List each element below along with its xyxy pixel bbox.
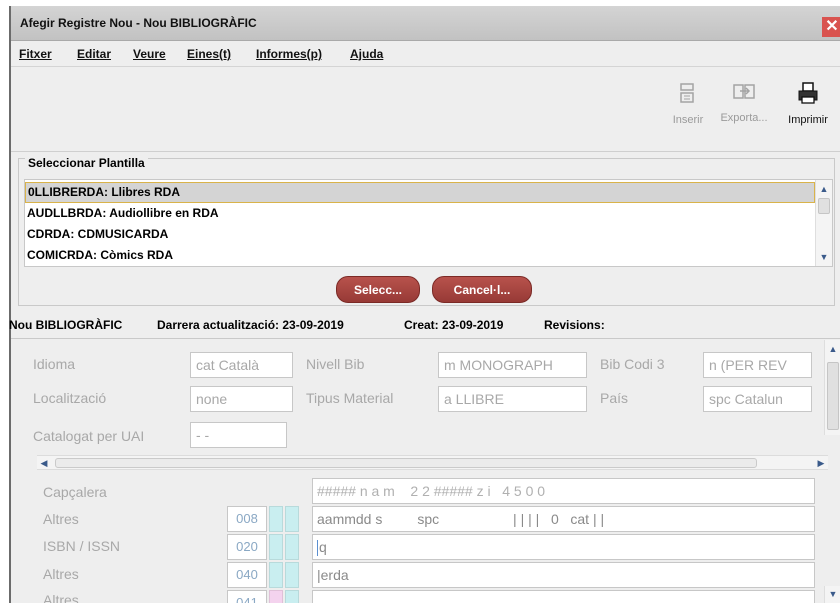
created-date: Creat: 23-09-2019 [404, 318, 504, 332]
exporta-label: Exporta... [720, 112, 768, 124]
exporta-button[interactable]: Exporta... [712, 82, 776, 124]
marc-tag[interactable]: 020 [227, 534, 267, 560]
fixed-fields-scrollbar[interactable]: ▲ [824, 340, 840, 435]
marc-field-label: ISBN / ISSN [43, 538, 121, 554]
tipus-material-field[interactable]: a LLIBRE [438, 386, 587, 412]
horizontal-scrollbar[interactable]: ◀ ▶ [37, 455, 828, 470]
indicator-2[interactable] [285, 562, 299, 588]
record-info-bar: Nou BIBLIOGRÀFIC Darrera actualització: … [9, 316, 840, 334]
menu-bar: Fitxer Editar Veure Eines(t) Informes(p)… [11, 41, 840, 67]
menu-informes[interactable]: Informes(p) [256, 47, 322, 61]
bibliographic-editor: Idioma cat Català Nivell Bib m MONOGRAPH… [18, 340, 840, 603]
inserir-button[interactable]: Inserir [668, 82, 708, 126]
nivell-bib-field[interactable]: m MONOGRAPH [438, 352, 587, 378]
catalogat-label: Catalogat per UAI [33, 428, 145, 444]
template-selector-title: Seleccionar Plantilla [25, 156, 148, 170]
localitzacio-label: Localització [33, 390, 107, 406]
menu-ajuda[interactable]: Ajuda [350, 47, 383, 61]
bib-codi-field[interactable]: n (PER REV [703, 352, 812, 378]
add-record-window: Afegir Registre Nou - Nou BIBLIOGRÀFIC ✕… [9, 6, 840, 603]
scroll-thumb[interactable] [827, 362, 839, 430]
close-button[interactable]: ✕ [822, 17, 840, 37]
indicator-1[interactable] [269, 534, 283, 560]
title-bar[interactable]: Afegir Registre Nou - Nou BIBLIOGRÀFIC ✕ [11, 6, 840, 41]
template-item[interactable]: CDRDA: CDMUSICARDA [25, 224, 815, 245]
imprimir-label: Imprimir [788, 114, 828, 126]
imprimir-button[interactable]: Imprimir [781, 82, 835, 126]
template-list-scrollbar[interactable]: ▲ ▼ [815, 180, 832, 266]
idioma-label: Idioma [33, 356, 76, 372]
marc-field-value[interactable]: q [312, 534, 815, 560]
pais-field[interactable]: spc Catalun [703, 386, 812, 412]
marc-scrollbar[interactable]: ▼ [824, 586, 840, 603]
insert-icon [680, 83, 694, 103]
menu-veure[interactable]: Veure [133, 47, 166, 61]
scroll-thumb[interactable] [818, 198, 830, 214]
menu-fitxer[interactable]: Fitxer [19, 47, 52, 61]
window-title: Afegir Registre Nou - Nou BIBLIOGRÀFIC [20, 16, 257, 30]
localitzacio-field[interactable]: none [190, 386, 293, 412]
marc-field-label: Altres [43, 592, 79, 603]
last-update: Darrera actualització: 23-09-2019 [157, 318, 344, 332]
marc-field-value[interactable]: |erda [312, 562, 815, 588]
marc-field-label: Altres [43, 566, 79, 582]
indicator-1[interactable] [269, 562, 283, 588]
bib-codi-label: Bib Codi 3 [600, 356, 665, 372]
export-icon [733, 84, 755, 99]
indicator-1[interactable] [269, 590, 283, 603]
menu-eines[interactable]: Eines(t) [187, 47, 231, 61]
marc-tag[interactable]: 040 [227, 562, 267, 588]
idioma-field[interactable]: cat Català [190, 352, 293, 378]
scroll-up-icon[interactable]: ▲ [817, 182, 831, 196]
indicator-2[interactable] [285, 590, 299, 603]
template-item[interactable]: COMICRDA: Còmics RDA [25, 245, 815, 266]
text-cursor [317, 540, 318, 557]
scroll-right-icon[interactable]: ▶ [814, 456, 828, 470]
menu-editar[interactable]: Editar [77, 47, 111, 61]
revisions: Revisions: [544, 318, 605, 332]
marc-field-label: Capçalera [43, 484, 107, 500]
printer-icon [798, 82, 818, 104]
leader-field[interactable]: ##### n a m 2 2 ##### z i 4 5 0 0 [312, 478, 815, 504]
catalogat-field[interactable]: - - [190, 422, 287, 448]
toolbar: Inserir Exporta... Imprimir [11, 68, 840, 152]
scroll-left-icon[interactable]: ◀ [37, 456, 51, 470]
pais-label: País [600, 390, 629, 406]
template-list[interactable]: 0LLIBRERDA: Llibres RDA AUDLLBRDA: Audio… [24, 179, 833, 267]
marc-field-label: Altres [43, 511, 79, 527]
template-selector-panel: Seleccionar Plantilla 0LLIBRERDA: Llibre… [18, 156, 835, 306]
scroll-thumb[interactable] [55, 458, 757, 468]
marc-field-value[interactable] [312, 590, 815, 603]
scroll-up-icon[interactable]: ▲ [826, 342, 840, 356]
indicator-2[interactable] [285, 534, 299, 560]
indicator-1[interactable] [269, 506, 283, 532]
marc-tag[interactable]: 041 [227, 590, 267, 603]
marc-field-value[interactable]: aammdd s spc | | | | 0 cat | | [312, 506, 815, 532]
indicator-2[interactable] [285, 506, 299, 532]
inserir-label: Inserir [672, 114, 704, 126]
cancel-button[interactable]: Cancel·l... [432, 276, 532, 303]
nivell-bib-label: Nivell Bib [306, 356, 365, 372]
marc-tag[interactable]: 008 [227, 506, 267, 532]
scroll-down-icon[interactable]: ▼ [826, 587, 840, 601]
divider [11, 338, 840, 339]
template-item[interactable]: AUDLLBRDA: Audiollibre en RDA [25, 203, 815, 224]
select-button[interactable]: Selecc... [336, 276, 420, 303]
scroll-down-icon[interactable]: ▼ [817, 250, 831, 264]
tipus-material-label: Tipus Material [306, 390, 394, 406]
record-type: Nou BIBLIOGRÀFIC [9, 318, 123, 332]
template-item[interactable]: 0LLIBRERDA: Llibres RDA [25, 182, 815, 203]
